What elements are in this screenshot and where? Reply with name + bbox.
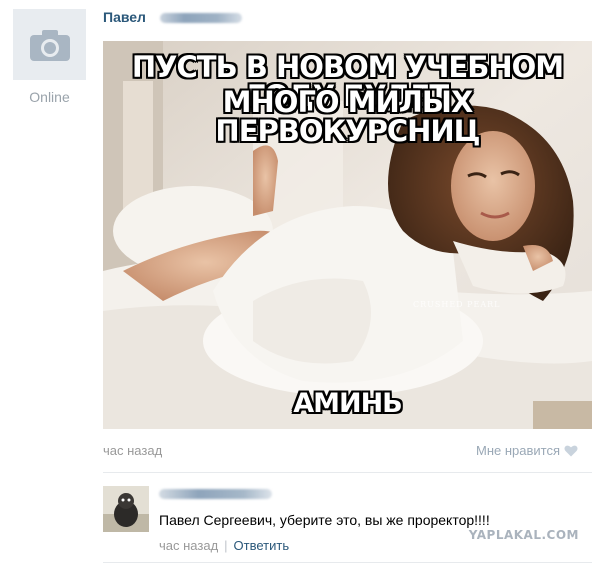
meme-caption-bottom: АМИНЬ xyxy=(293,388,403,419)
profile-avatar[interactable] xyxy=(13,9,86,80)
camera-icon xyxy=(29,29,70,61)
post-divider xyxy=(103,472,592,473)
post-timestamp[interactable]: час назад xyxy=(103,443,162,458)
comment-divider xyxy=(103,562,592,563)
blurred-surname xyxy=(160,13,242,23)
comment-separator: | xyxy=(224,538,228,553)
commenter-name-blurred xyxy=(159,489,272,499)
online-status: Online xyxy=(29,89,70,105)
like-label: Мне нравится xyxy=(475,443,560,458)
comment-meta: час назад | Ответить xyxy=(159,538,289,553)
comment-timestamp[interactable]: час назад xyxy=(159,538,218,553)
commenter-photo xyxy=(103,486,149,532)
commenter-avatar[interactable] xyxy=(103,486,149,532)
site-watermark: YAPLAKAL.COM xyxy=(468,528,579,542)
heart-icon xyxy=(564,445,578,456)
post-author-name[interactable]: Павел xyxy=(103,9,146,25)
post-image[interactable]: ПУСТЬ В НОВОМ УЧЕБНОМ ГОДУ БУДЕТ МНОГО М… xyxy=(103,41,592,429)
comment-text: Павел Сергеевич, уберите это, вы же прор… xyxy=(159,512,490,528)
photo-watermark: CRUSHED PEARL xyxy=(413,300,501,309)
meme-caption-line2: МНОГО МИЛЫХ ПЕРВОКУРСНИЦ xyxy=(215,85,480,148)
reply-link[interactable]: Ответить xyxy=(234,538,290,553)
like-button[interactable]: Мне нравится xyxy=(476,443,578,458)
